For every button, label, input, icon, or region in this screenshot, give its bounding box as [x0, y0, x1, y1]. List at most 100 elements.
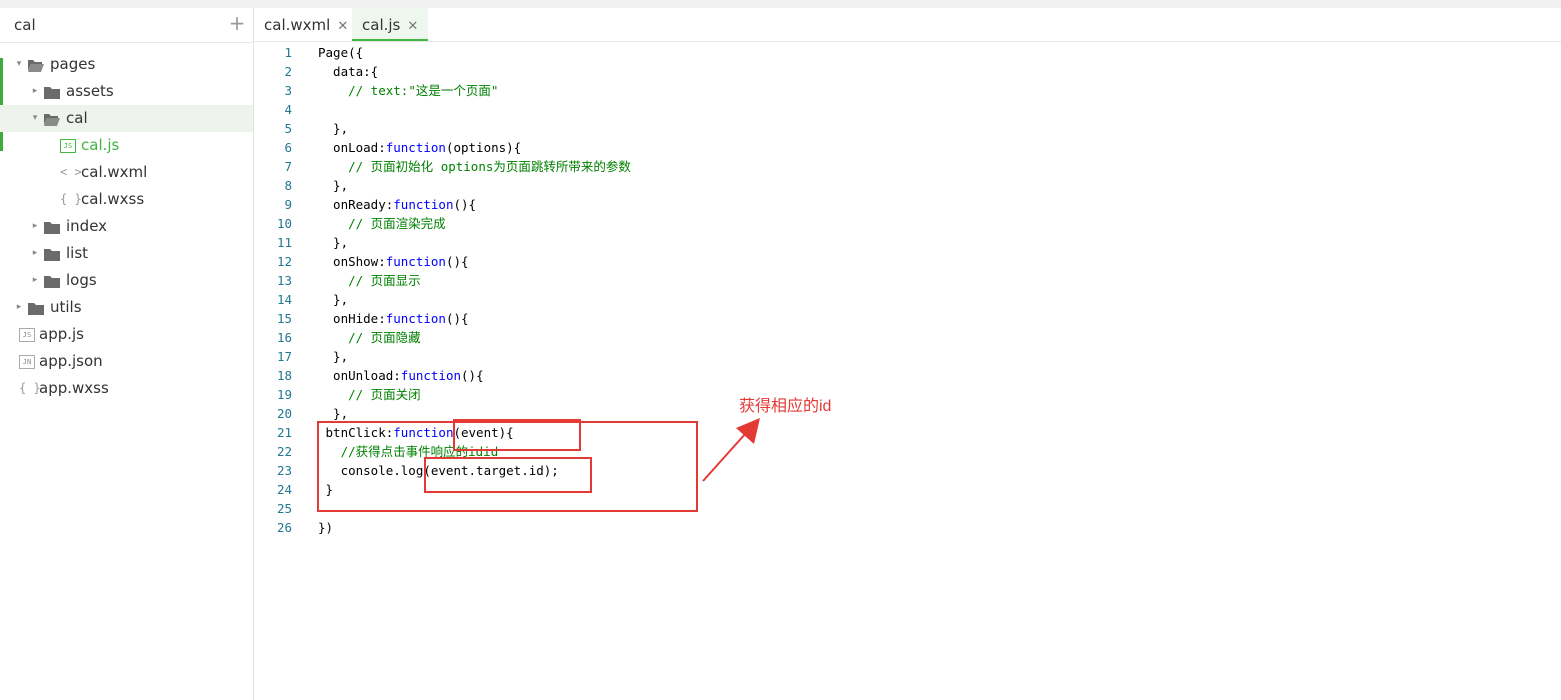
code-line: // 页面初始化 options为页面跳转所带来的参数: [318, 157, 631, 176]
code-token: },: [318, 121, 349, 136]
line-number: 11: [276, 235, 292, 250]
line-number: 14: [276, 292, 292, 307]
code-token: function: [385, 311, 446, 326]
line-number: 26: [276, 520, 292, 535]
line-number: 7: [284, 159, 292, 174]
line-number: 3: [284, 83, 292, 98]
line-number: 19: [276, 387, 292, 402]
tree-item-label: logs: [66, 271, 97, 289]
code-token: (){: [445, 254, 469, 269]
code-token: function: [385, 254, 446, 269]
js-file-icon: JS: [19, 328, 35, 342]
chevron-right-icon[interactable]: ▸: [30, 240, 40, 267]
wxss-file-icon: { }: [19, 381, 41, 395]
tree-item-label: index: [66, 217, 108, 235]
code-token: onLoad:: [318, 140, 386, 155]
tree-item-pages[interactable]: ▾ pages: [0, 51, 253, 78]
annotation-box-target-id: [424, 457, 592, 493]
tree-item-label: cal.js: [81, 136, 120, 154]
code-line: onHide:function(){: [318, 309, 468, 328]
tree-item-utils[interactable]: ▸ utils: [0, 294, 253, 321]
tree-item-app-json[interactable]: JN app.json: [0, 348, 253, 375]
tree-item-app-wxss[interactable]: { } app.wxss: [0, 375, 253, 402]
tree-item-logs[interactable]: ▸ logs: [0, 267, 253, 294]
line-number: 17: [276, 349, 292, 364]
chevron-right-icon[interactable]: ▸: [30, 213, 40, 240]
annotation-box-param: [453, 419, 581, 451]
code-token: Page({: [318, 45, 364, 60]
chevron-right-icon[interactable]: ▸: [30, 267, 40, 294]
tree-item-label: app.json: [39, 352, 103, 370]
code-line: // 页面显示: [318, 271, 421, 290]
tree-item-label: app.js: [39, 325, 84, 343]
code-editor[interactable]: 1 Page({2 data:{3 // text:"这是一个页面" 4 5 }, 6 …: [254, 42, 1561, 700]
tab-cal-js[interactable]: cal.js ✕: [352, 8, 429, 41]
tab-label: cal.js: [362, 16, 401, 34]
tree-item-assets[interactable]: ▸ assets: [0, 78, 253, 105]
code-line: },: [318, 233, 348, 252]
line-number: 1: [284, 45, 292, 60]
tree-item-cal-wxss[interactable]: { } cal.wxss: [0, 186, 253, 213]
tree-item-cal[interactable]: ▾ cal: [0, 105, 253, 132]
code-line: },: [318, 176, 348, 195]
tree-item-label: pages: [50, 55, 96, 73]
code-token: onReady:: [318, 197, 394, 212]
tab-cal-wxml[interactable]: cal.wxml ✕: [254, 8, 358, 39]
code-token: data:{: [318, 64, 379, 79]
code-token: // 页面关闭: [318, 387, 421, 402]
folder-icon: [44, 222, 60, 234]
code-line: Page({: [318, 43, 363, 62]
line-number: 4: [284, 102, 292, 117]
code-line: data:{: [318, 62, 378, 81]
line-number: 21: [276, 425, 292, 440]
code-line: // text:"这是一个页面": [318, 81, 498, 100]
folder-icon: [44, 276, 60, 288]
line-number: 25: [276, 501, 292, 516]
code-token: "这是一个页面": [408, 83, 499, 98]
tree-item-cal-wxml[interactable]: < > cal.wxml: [0, 159, 253, 186]
line-number: 18: [276, 368, 292, 383]
chevron-down-icon[interactable]: ▾: [14, 51, 24, 78]
chevron-right-icon[interactable]: ▸: [30, 78, 40, 105]
code-token: function: [393, 197, 454, 212]
wxml-file-icon: < >: [60, 165, 82, 179]
code-token: (){: [453, 197, 477, 212]
line-number: 9: [284, 197, 292, 212]
code-token: // 页面渲染完成: [318, 216, 446, 231]
line-number: 22: [276, 444, 292, 459]
folder-icon: [44, 249, 60, 261]
line-number: 24: [276, 482, 292, 497]
code-token: },: [318, 178, 349, 193]
code-line: // 页面关闭: [318, 385, 421, 404]
code-line: }): [318, 518, 333, 537]
tree-item-index[interactable]: ▸ index: [0, 213, 253, 240]
tree-item-label: assets: [66, 82, 114, 100]
tree-item-label: cal: [66, 109, 88, 127]
tree-item-list[interactable]: ▸ list: [0, 240, 253, 267]
tree-item-cal-js[interactable]: JS cal.js: [0, 132, 253, 159]
code-token: },: [318, 235, 349, 250]
folder-icon: [44, 87, 60, 99]
tree-item-app-js[interactable]: JS app.js: [0, 321, 253, 348]
sidebar-header: cal +: [0, 8, 253, 43]
close-icon[interactable]: ✕: [407, 19, 418, 34]
line-number: 8: [284, 178, 292, 193]
code-token: },: [318, 406, 349, 421]
code-line: // 页面渲染完成: [318, 214, 446, 233]
window-top-strip: [0, 0, 1561, 8]
code-token: function: [385, 140, 446, 155]
tree-item-label: list: [66, 244, 89, 262]
code-line: },: [318, 119, 348, 138]
add-file-button[interactable]: +: [228, 12, 246, 34]
line-number: 10: [276, 216, 292, 231]
close-icon[interactable]: ✕: [337, 19, 348, 34]
code-line: onReady:function(){: [318, 195, 476, 214]
folder-icon: [28, 303, 44, 315]
code-line: onUnload:function(){: [318, 366, 484, 385]
annotation-text: 获得相应的id: [739, 398, 832, 415]
chevron-right-icon[interactable]: ▸: [14, 294, 24, 321]
code-token: }): [318, 520, 334, 535]
line-number: 13: [276, 273, 292, 288]
chevron-down-icon[interactable]: ▾: [30, 105, 40, 132]
tree-item-label: cal.wxss: [81, 190, 145, 208]
